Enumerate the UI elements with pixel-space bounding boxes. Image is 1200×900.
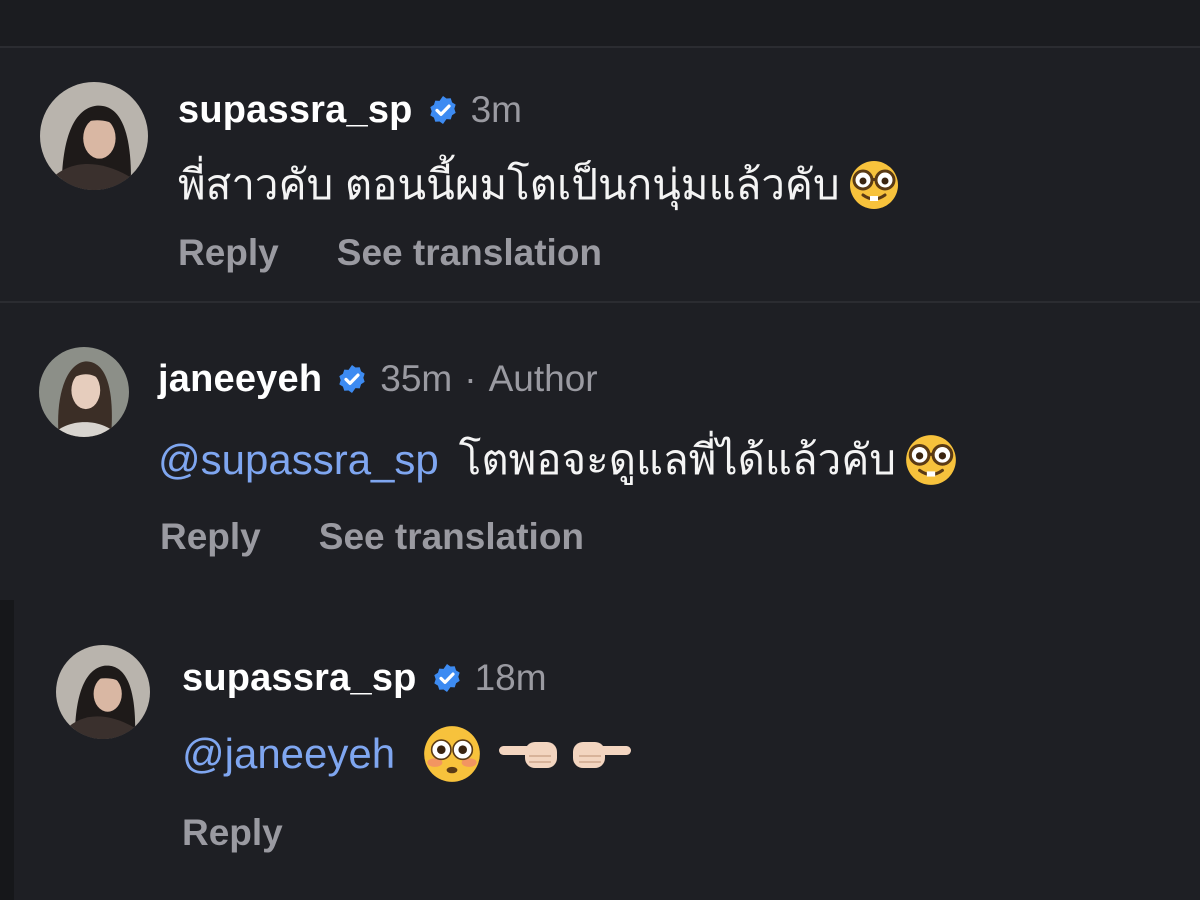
timestamp: 35m (380, 358, 453, 399)
divider (0, 46, 1200, 48)
reply-button[interactable]: Reply (160, 516, 261, 558)
avatar-image (56, 645, 150, 739)
comment-text: โตพอจะดูแลพี่ได้แล้วคับ (458, 436, 897, 483)
avatar-image (40, 82, 148, 190)
reply-button[interactable]: Reply (182, 812, 283, 854)
author-label: Author (488, 358, 598, 399)
mention-link[interactable]: @supassra_sp (158, 436, 439, 484)
username[interactable]: janeeyeh (158, 358, 322, 401)
separator-dot: · (464, 358, 477, 399)
pointing-left-hand-emoji (495, 732, 563, 776)
reply-button[interactable]: Reply (178, 232, 279, 274)
nerd-face-emoji (846, 160, 902, 210)
see-translation-button[interactable]: See translation (337, 232, 602, 274)
top-bar (0, 0, 1200, 46)
avatar-image (39, 347, 129, 437)
avatar[interactable] (40, 82, 148, 190)
pointing-right-hand-emoji (567, 732, 635, 776)
flushed-face-emoji (421, 724, 483, 784)
comment-text: พี่สาวคับ ตอนนี้ผมโตเป็นกนุ่มแล้วคับ (178, 161, 840, 208)
see-translation-button[interactable]: See translation (319, 516, 584, 558)
timestamp: 18m (474, 657, 547, 698)
verified-badge-icon (427, 94, 459, 126)
username[interactable]: supassra_sp (182, 657, 417, 700)
divider (0, 301, 1200, 303)
avatar[interactable] (56, 645, 150, 739)
reply-thread-indent (0, 600, 14, 900)
nerd-face-emoji (902, 434, 960, 486)
avatar[interactable] (39, 347, 129, 437)
mention-link[interactable]: @janeeyeh (182, 730, 395, 778)
username[interactable]: supassra_sp (178, 89, 413, 132)
verified-badge-icon (431, 662, 463, 694)
verified-badge-icon (336, 363, 368, 395)
timestamp: 3m (470, 89, 522, 130)
